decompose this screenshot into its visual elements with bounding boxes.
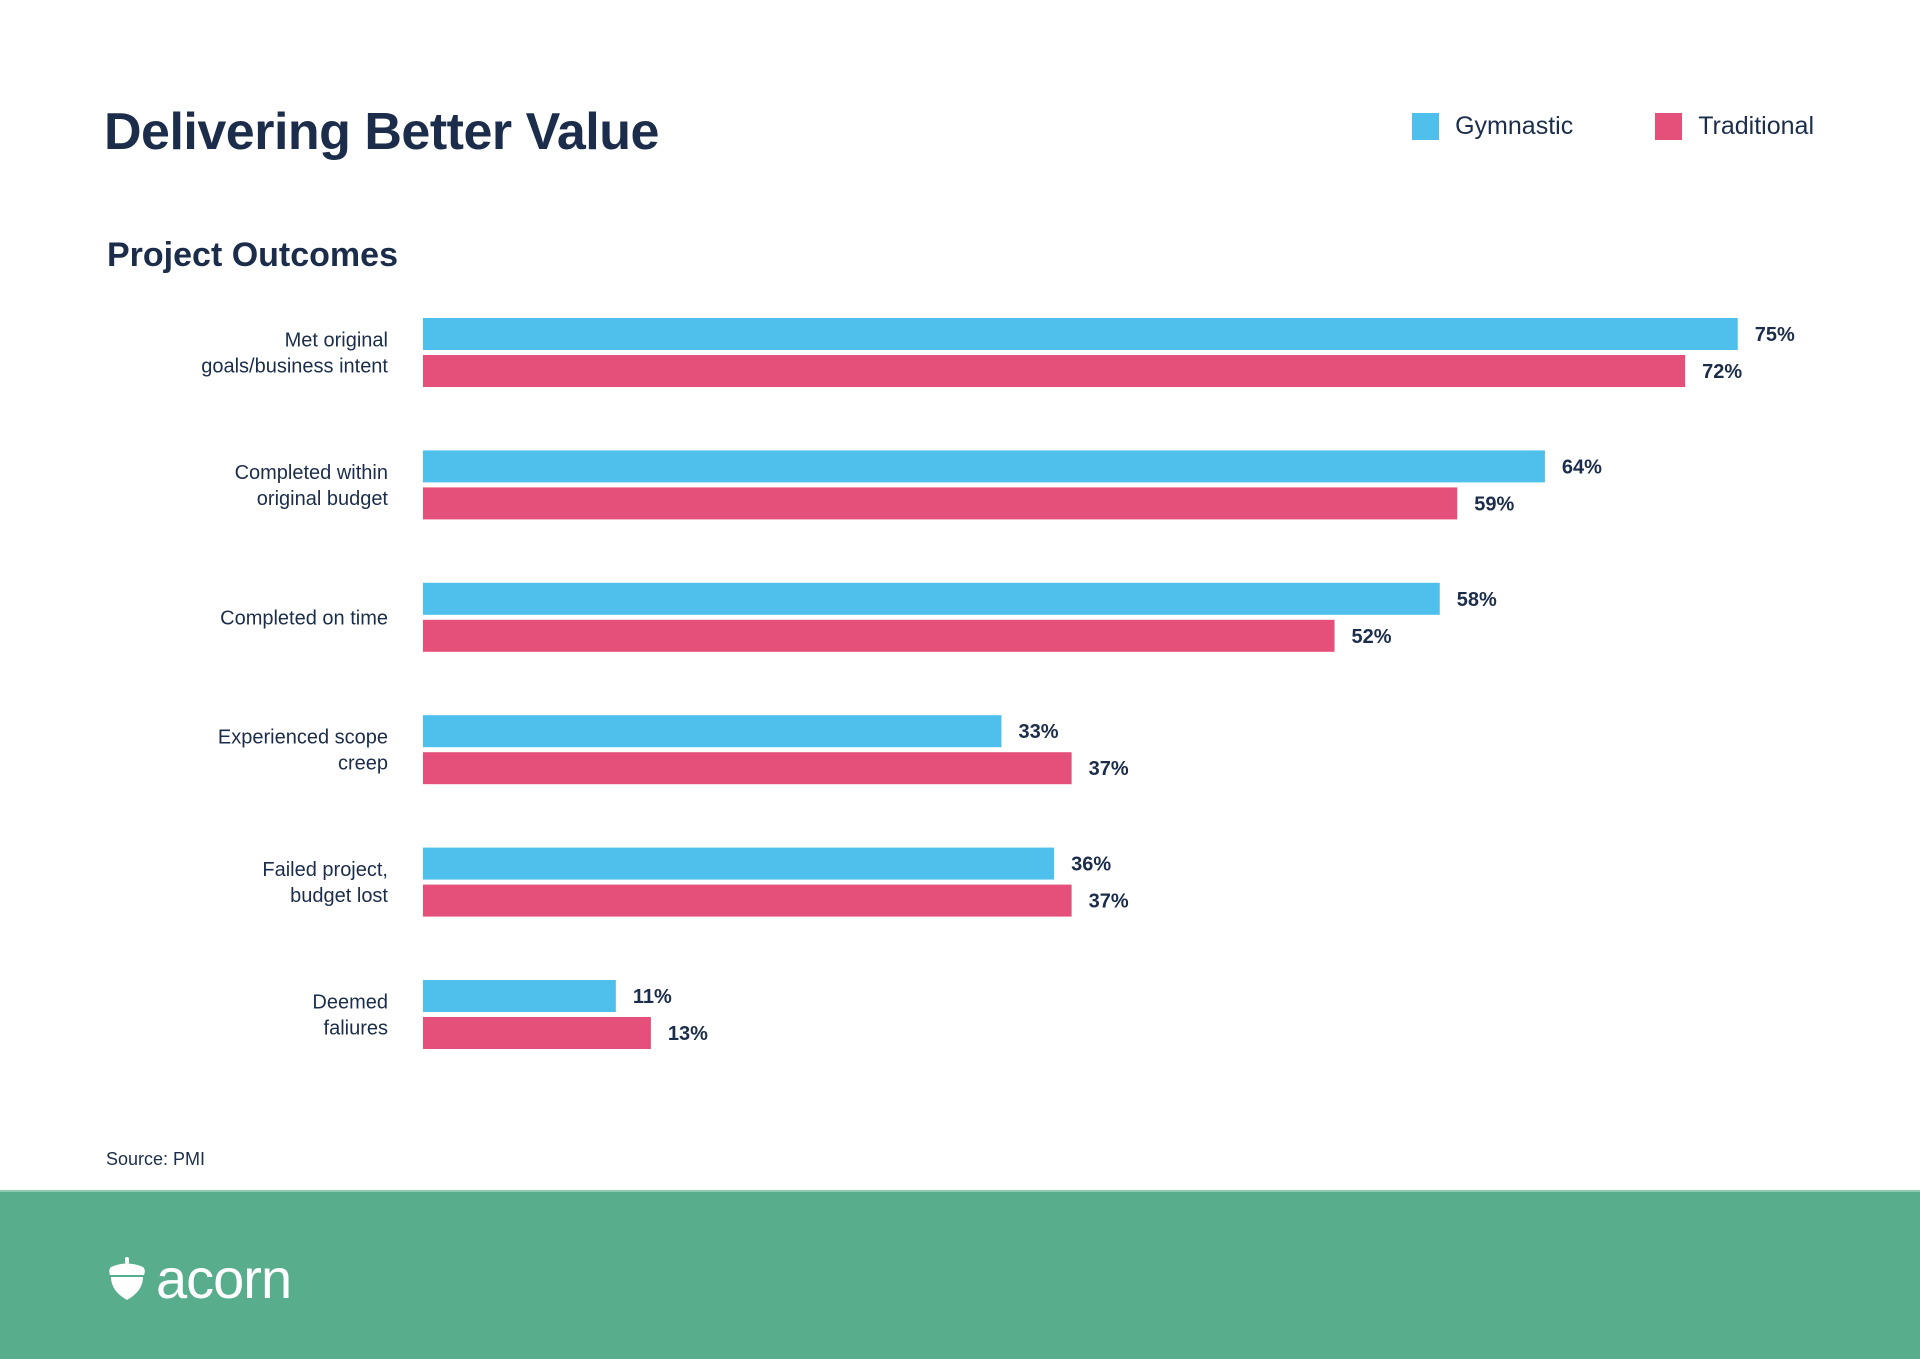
bar-chart: Met original goals/business intent 75% 72% C… <box>201 318 1795 1049</box>
category-label-line: Met original <box>285 330 388 352</box>
value-label-gymnastic: 33% <box>1018 721 1058 743</box>
category-label: Completed within original budget <box>235 462 389 510</box>
brand-name: acorn <box>156 1247 292 1310</box>
bar-traditional <box>423 487 1458 520</box>
category-label-line: creep <box>338 753 388 775</box>
bar-traditional <box>423 884 1072 917</box>
value-label-traditional: 37% <box>1089 891 1129 913</box>
value-label-traditional: 13% <box>668 1023 708 1045</box>
category-label-line: original budget <box>257 488 389 510</box>
value-label-traditional: 59% <box>1474 493 1514 515</box>
category-label-line: Completed within <box>235 462 388 484</box>
value-label-gymnastic: 11% <box>633 986 672 1008</box>
value-label-gymnastic: 75% <box>1755 324 1795 346</box>
value-label-gymnastic: 64% <box>1562 456 1602 478</box>
category-label-line: goals/business intent <box>201 356 388 378</box>
category-label: Experienced scope creep <box>218 727 388 775</box>
bar-traditional <box>423 619 1335 652</box>
bar-gymnastic <box>423 450 1545 483</box>
category-label: Met original goals/business intent <box>201 330 388 378</box>
bar-traditional <box>423 355 1686 387</box>
bar-gymnastic <box>423 715 1002 748</box>
category-label-line: Completed on time <box>220 607 388 629</box>
category-label-line: Deemed <box>312 992 388 1014</box>
value-label-gymnastic: 58% <box>1457 589 1497 611</box>
category-label: Completed on time <box>220 607 388 629</box>
bar-gymnastic <box>423 582 1440 615</box>
category-label-line: budget lost <box>290 885 388 907</box>
category-label: Deemed faliures <box>312 992 388 1040</box>
footer-bar: acorn <box>0 1190 1920 1359</box>
value-label-gymnastic: 36% <box>1071 854 1111 876</box>
category-label-line: Experienced scope <box>218 727 388 749</box>
category-label-line: Failed project, <box>262 859 388 881</box>
brand-logo: acorn <box>108 1246 292 1311</box>
category-label-line: faliures <box>324 1018 388 1040</box>
acorn-icon <box>109 1256 145 1300</box>
bar-gymnastic <box>423 847 1055 880</box>
value-label-traditional: 37% <box>1089 758 1129 780</box>
bar-gymnastic <box>423 318 1738 350</box>
value-label-traditional: 52% <box>1352 626 1392 648</box>
bar-traditional <box>423 752 1072 785</box>
value-label-traditional: 72% <box>1702 361 1742 383</box>
bar-traditional <box>423 1017 651 1049</box>
category-label: Failed project, budget lost <box>262 859 388 907</box>
bar-gymnastic <box>423 980 616 1012</box>
source-note: Source: PMI <box>106 1149 206 1169</box>
